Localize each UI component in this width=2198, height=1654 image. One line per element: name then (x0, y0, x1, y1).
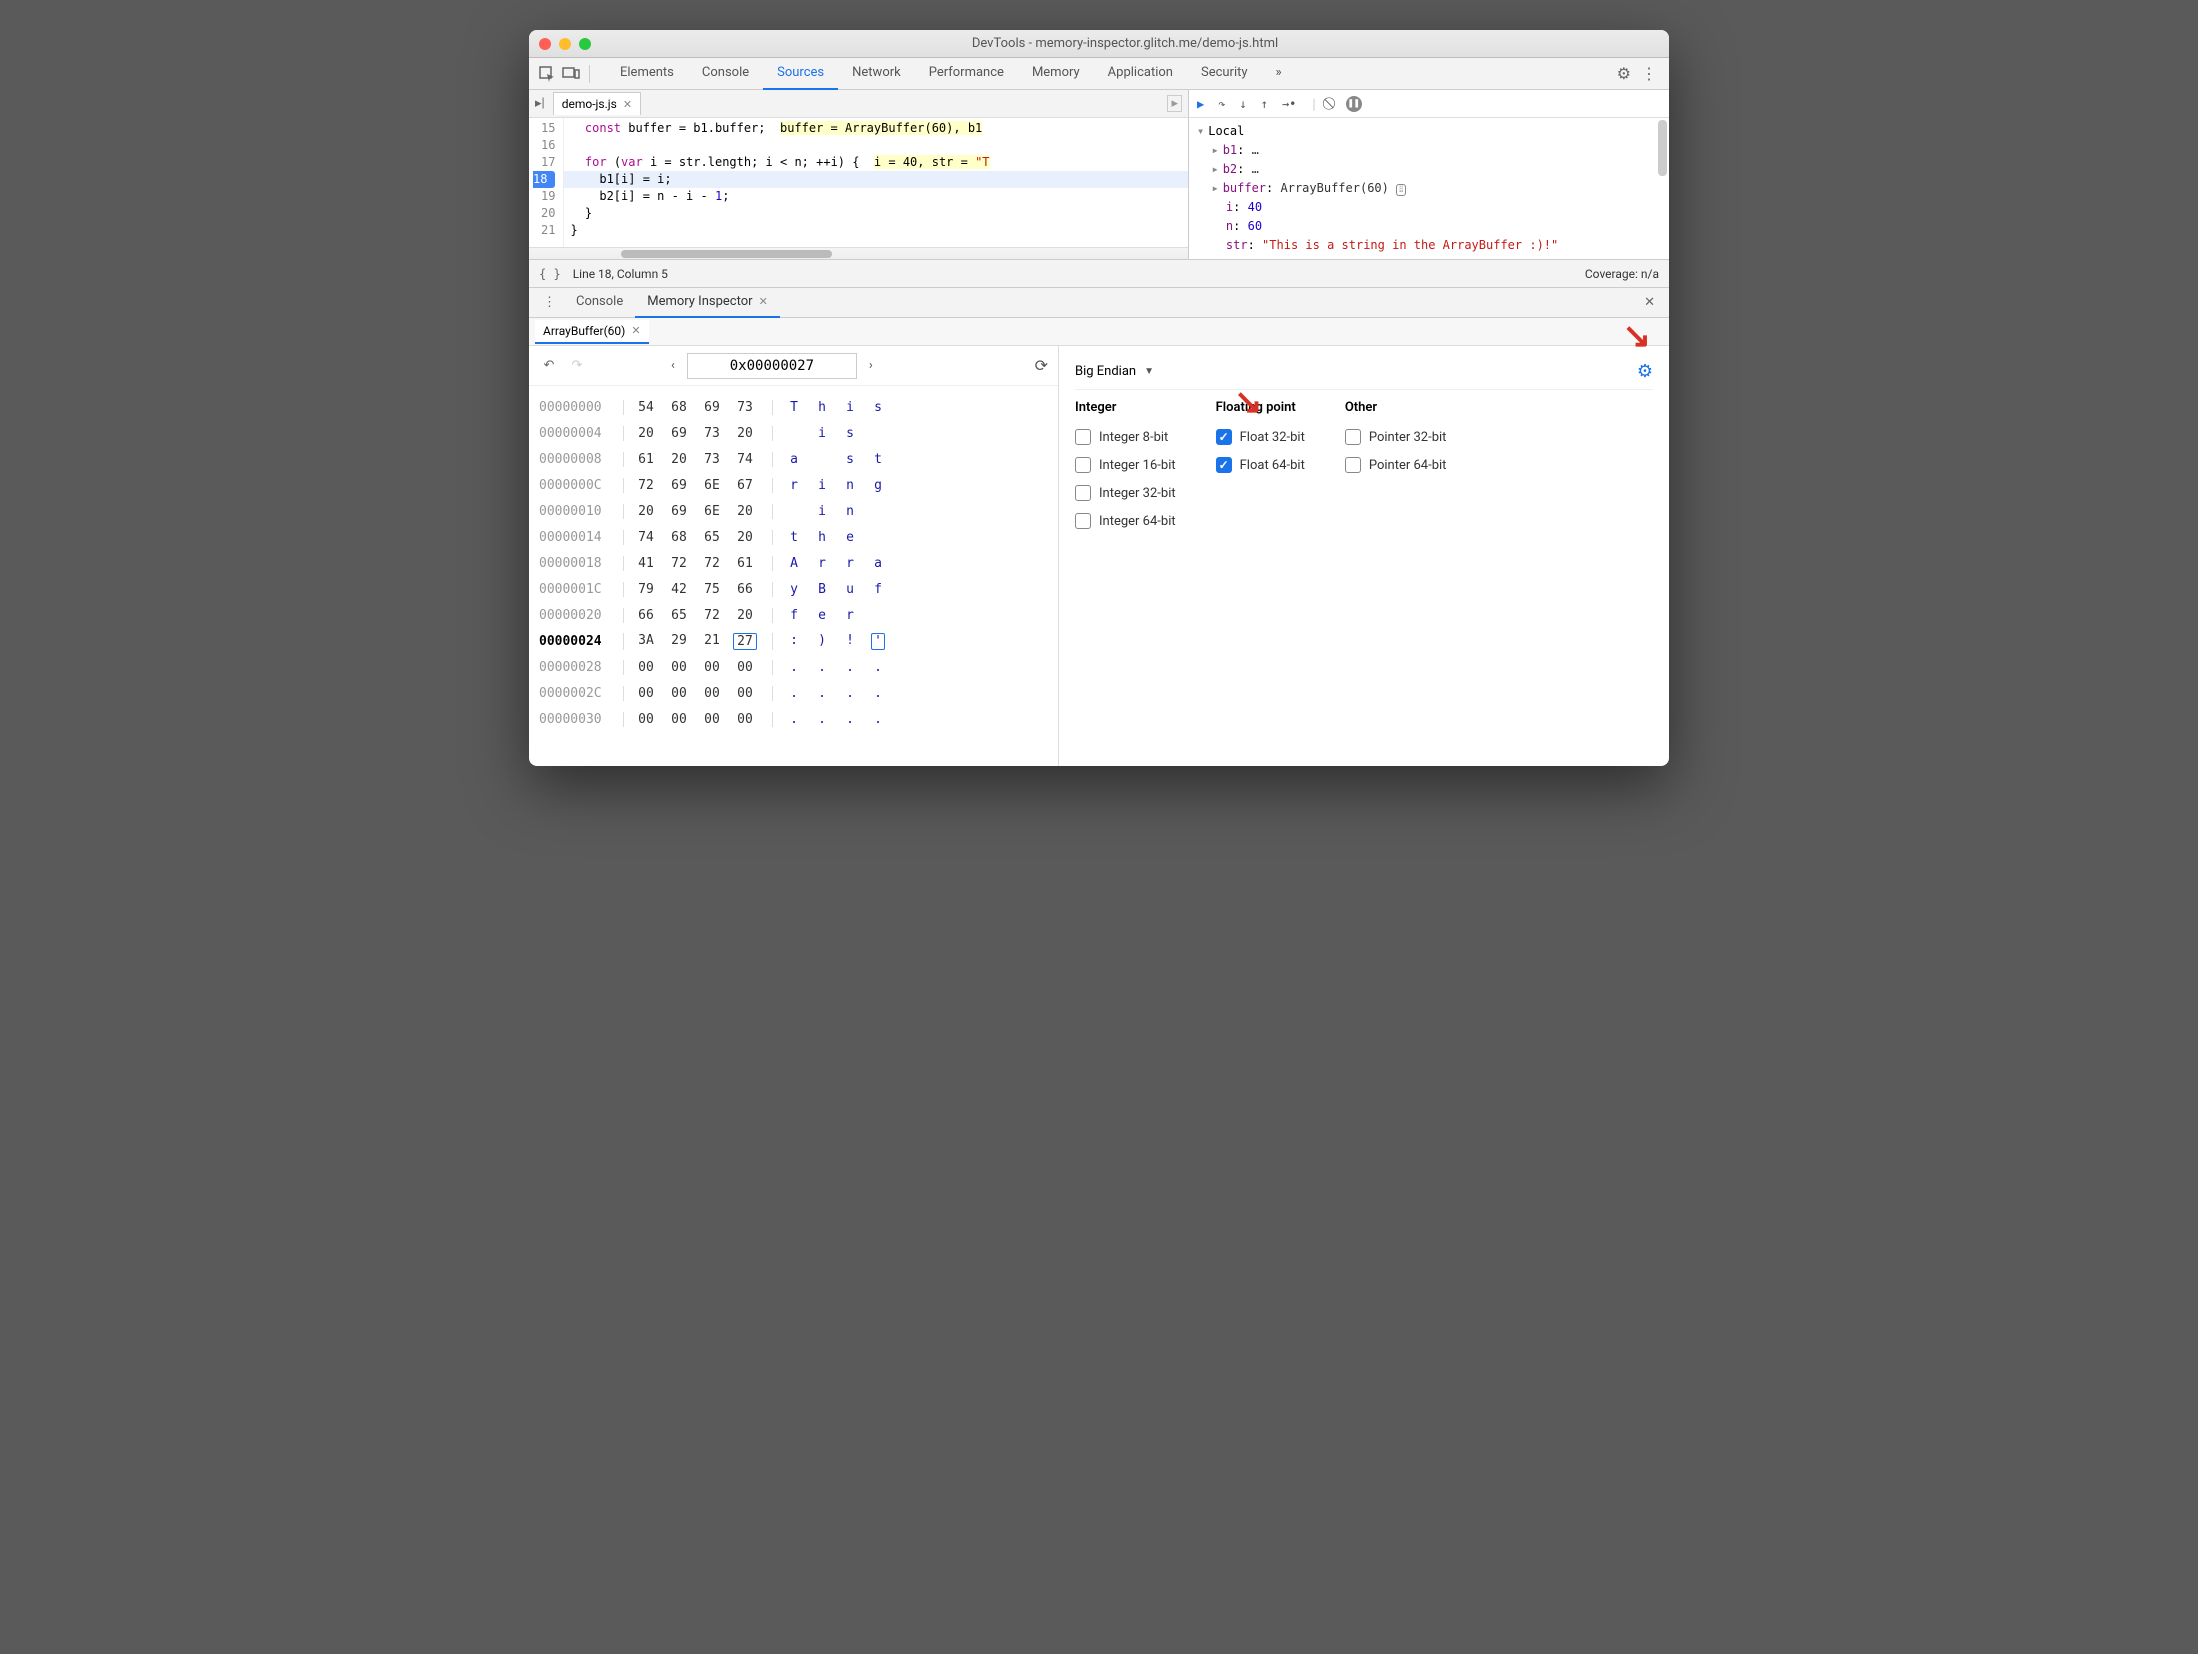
hex-row[interactable]: 0000001C79427566yBuf (539, 576, 1048, 602)
hex-grid: 0000000054686973This0000000420697320 is … (529, 386, 1058, 740)
step-over-icon[interactable]: ↷ (1218, 97, 1225, 111)
devtools-window: DevTools - memory-inspector.glitch.me/de… (529, 30, 1669, 766)
hex-row[interactable]: 0000002800000000.... (539, 654, 1048, 680)
drawer-tab-memory-inspector[interactable]: Memory Inspector ✕ (635, 288, 780, 318)
tab-sources[interactable]: Sources (763, 58, 838, 90)
other-header: Other (1345, 400, 1447, 415)
refresh-icon[interactable]: ⟳ (1035, 356, 1048, 375)
hex-row[interactable]: 0000002C00000000.... (539, 680, 1048, 706)
hex-row[interactable]: 000000243A292127:)!' (539, 628, 1048, 654)
step-icon[interactable]: →• (1282, 97, 1296, 111)
tab-application[interactable]: Application (1094, 58, 1187, 90)
resume-icon[interactable]: ▶ (1197, 97, 1204, 111)
tab-elements[interactable]: Elements (606, 58, 688, 90)
scope-b2-toggle[interactable] (1211, 162, 1222, 176)
titlebar: DevTools - memory-inspector.glitch.me/de… (529, 30, 1669, 58)
undo-icon[interactable]: ↶ (539, 358, 559, 373)
redo-icon[interactable]: ↷ (567, 358, 587, 373)
debugger-toolbar: ▶ ↷ ↓ ↑ →• | ⃠ ❚❚ (1189, 90, 1669, 118)
step-out-icon[interactable]: ↑ (1261, 97, 1268, 111)
checkbox-int32[interactable] (1075, 485, 1091, 501)
memory-icon[interactable]: ⦙⦙ (1396, 184, 1406, 196)
navigator-toggle-icon[interactable]: ▸| (535, 96, 545, 111)
step-into-icon[interactable]: ↓ (1239, 97, 1246, 111)
next-address-icon[interactable]: › (861, 358, 881, 373)
close-icon[interactable]: ✕ (631, 324, 640, 337)
prev-address-icon[interactable]: ‹ (663, 358, 683, 373)
gear-icon[interactable]: ⚙ (1617, 64, 1631, 83)
mi-tab-row: ArrayBuffer(60) ✕ ↘ (529, 318, 1669, 346)
hex-row[interactable]: 0000003000000000.... (539, 706, 1048, 732)
scope-local-toggle[interactable] (1197, 124, 1208, 138)
drawer-tab-console[interactable]: Console (564, 288, 635, 318)
tab-network[interactable]: Network (838, 58, 915, 90)
kebab-menu-icon[interactable]: ⋮ (1641, 64, 1657, 83)
checkbox-p64[interactable] (1345, 457, 1361, 473)
scope-scrollbar[interactable] (1658, 120, 1667, 176)
checkbox-int8[interactable] (1075, 429, 1091, 445)
run-snippet-icon[interactable]: ▸ (1167, 95, 1182, 112)
close-icon[interactable]: ✕ (623, 98, 632, 111)
main-tabbar: Elements Console Sources Network Perform… (529, 58, 1669, 90)
checkbox-p32[interactable] (1345, 429, 1361, 445)
checkbox-int16[interactable] (1075, 457, 1091, 473)
file-tab-label: demo-js.js (562, 97, 617, 111)
pause-on-exceptions-icon[interactable]: ❚❚ (1346, 96, 1362, 112)
hex-row[interactable]: 0000001474686520the (539, 524, 1048, 550)
tab-more-icon[interactable]: » (1262, 58, 1296, 90)
scope-b1-toggle[interactable] (1211, 143, 1222, 157)
mi-tab-label: ArrayBuffer(60) (543, 324, 625, 338)
traffic-lights (539, 38, 591, 50)
window-title: DevTools - memory-inspector.glitch.me/de… (591, 36, 1659, 51)
status-bar: { } Line 18, Column 5 Coverage: n/a (529, 260, 1669, 288)
hex-row[interactable]: 0000000054686973This (539, 394, 1048, 420)
inspect-icon[interactable] (535, 65, 559, 83)
hex-row[interactable]: 0000001020696E20 in (539, 498, 1048, 524)
close-window-icon[interactable] (539, 38, 551, 50)
hex-row[interactable]: 0000002066657220fer (539, 602, 1048, 628)
drawer-close-icon[interactable]: ✕ (1636, 295, 1663, 310)
gear-icon[interactable]: ⚙ (1637, 361, 1653, 382)
address-input[interactable] (687, 353, 857, 379)
mi-tab-arraybuffer[interactable]: ArrayBuffer(60) ✕ (535, 320, 649, 344)
drawer-tab-label: Memory Inspector (647, 294, 752, 309)
tab-console[interactable]: Console (688, 58, 763, 90)
scope-buffer-toggle[interactable] (1211, 181, 1222, 195)
hex-row[interactable]: 0000001841727261Arra (539, 550, 1048, 576)
divider (589, 65, 590, 83)
horizontal-scrollbar[interactable] (529, 247, 1188, 259)
integer-header: Integer (1075, 400, 1176, 415)
endian-select[interactable]: Big Endian (1075, 364, 1136, 379)
tab-security[interactable]: Security (1187, 58, 1262, 90)
tab-memory[interactable]: Memory (1018, 58, 1094, 90)
coverage-status: Coverage: n/a (1585, 267, 1659, 281)
hex-row[interactable]: 0000000C72696E67ring (539, 472, 1048, 498)
checkbox-int64[interactable] (1075, 513, 1091, 529)
chevron-down-icon[interactable]: ▼ (1144, 366, 1154, 377)
pretty-print-icon[interactable]: { } (539, 267, 561, 281)
annotation-arrow-icon: ↘ (1234, 382, 1263, 422)
close-icon[interactable]: ✕ (759, 295, 768, 308)
file-tab-demo-js[interactable]: demo-js.js ✕ (553, 92, 641, 115)
drawer-menu-icon[interactable]: ⋮ (535, 295, 564, 310)
cursor-position: Line 18, Column 5 (573, 267, 668, 281)
device-toggle-icon[interactable] (559, 67, 583, 81)
hex-row[interactable]: 0000000861207374a st (539, 446, 1048, 472)
minimize-window-icon[interactable] (559, 38, 571, 50)
scope-local-label: Local (1208, 124, 1244, 138)
zoom-window-icon[interactable] (579, 38, 591, 50)
checkbox-f64[interactable] (1216, 457, 1232, 473)
checkbox-f32[interactable] (1216, 429, 1232, 445)
hex-row[interactable]: 0000000420697320 is (539, 420, 1048, 446)
drawer-tabbar: ⋮ Console Memory Inspector ✕ ✕ (529, 288, 1669, 318)
tab-performance[interactable]: Performance (915, 58, 1018, 90)
